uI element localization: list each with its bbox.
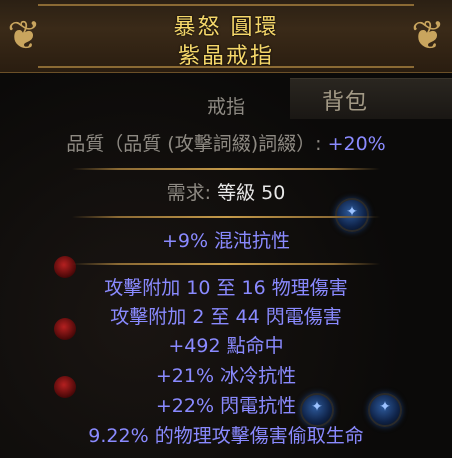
requirements-value: 等級 50	[217, 182, 286, 204]
item-base-type: 紫晶戒指	[177, 44, 274, 69]
separator	[72, 263, 380, 265]
item-tooltip-header: ❦ ❦ 暴怒 圓環 紫晶戒指	[0, 0, 452, 73]
item-name: 暴怒 圓環	[173, 15, 279, 40]
quality-value: +20%	[327, 133, 386, 155]
explicit-mod: 攻擊附加 10 至 16 物理傷害	[104, 277, 348, 299]
explicit-mod: 9.22% 的物理攻擊傷害偷取生命	[88, 425, 364, 447]
implicit-mod: +9% 混沌抗性	[161, 230, 291, 252]
quality-line: 品質（品質 (攻擊詞綴)詞綴）: +20%	[0, 132, 452, 156]
explicit-mod: +21% 冰冷抗性	[155, 365, 297, 387]
quality-label: 品質（品質 (攻擊詞綴)詞綴）:	[66, 133, 328, 155]
explicit-mod: +492 點命中	[168, 335, 284, 357]
separator	[72, 168, 380, 170]
item-class: 戒指	[206, 96, 245, 118]
explicit-mod: 攻擊附加 2 至 44 閃電傷害	[110, 306, 342, 328]
separator	[72, 216, 380, 218]
red-orb-icon	[54, 256, 76, 278]
requirements-line: 需求: 等級 50	[0, 181, 452, 205]
requirements-label: 需求:	[166, 182, 218, 204]
explicit-mod: +22% 閃電抗性	[155, 395, 297, 417]
